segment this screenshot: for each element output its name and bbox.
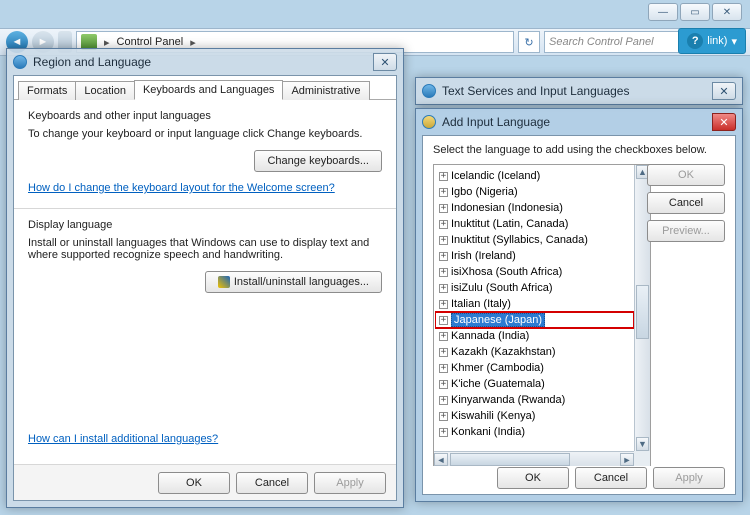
language-tree-item[interactable]: +Khmer (Cambodia) bbox=[435, 360, 634, 376]
ok-button[interactable]: OK bbox=[497, 467, 569, 489]
display-language-section-title: Display language bbox=[28, 219, 382, 231]
close-button[interactable]: ✕ bbox=[373, 53, 397, 71]
expand-icon[interactable]: + bbox=[439, 412, 448, 421]
change-keyboards-button[interactable]: Change keyboards... bbox=[254, 150, 382, 172]
expand-icon[interactable]: + bbox=[439, 284, 448, 293]
tab-administrative[interactable]: Administrative bbox=[282, 81, 369, 100]
tab-keyboards-and-languages[interactable]: Keyboards and Languages bbox=[134, 80, 284, 100]
help-link-badge[interactable]: ? link) ▾ bbox=[678, 28, 746, 54]
expand-icon[interactable]: + bbox=[439, 316, 448, 325]
refresh-button[interactable]: ↻ bbox=[518, 31, 540, 53]
side-buttons: OK Cancel Preview... bbox=[647, 164, 725, 242]
breadcrumb-item[interactable]: Control Panel bbox=[117, 36, 184, 48]
vscroll-thumb[interactable] bbox=[636, 285, 649, 339]
close-button[interactable]: ✕ bbox=[712, 113, 736, 131]
ok-button[interactable]: OK bbox=[158, 472, 230, 494]
display-language-instruction: Install or uninstall languages that Wind… bbox=[28, 237, 382, 261]
expand-icon[interactable]: + bbox=[439, 428, 448, 437]
install-languages-button[interactable]: Install/uninstall languages... bbox=[205, 271, 382, 293]
maximize-button[interactable]: ▭ bbox=[680, 3, 710, 21]
preview-button[interactable]: Preview... bbox=[647, 220, 725, 242]
cancel-button[interactable]: Cancel bbox=[647, 192, 725, 214]
language-tree-item[interactable]: +Japanese (Japan) bbox=[435, 312, 634, 328]
minimize-button[interactable]: ― bbox=[648, 3, 678, 21]
language-tree-item[interactable]: +Inuktitut (Syllabics, Canada) bbox=[435, 232, 634, 248]
tab-strip: FormatsLocationKeyboards and LanguagesAd… bbox=[14, 76, 396, 100]
expand-icon[interactable]: + bbox=[439, 236, 448, 245]
language-tree-item[interactable]: +Kinyarwanda (Rwanda) bbox=[435, 392, 634, 408]
background-window-controls: ― ▭ ✕ bbox=[648, 3, 742, 21]
language-tree-item[interactable]: +K'iche (Guatemala) bbox=[435, 376, 634, 392]
expand-icon[interactable]: + bbox=[439, 396, 448, 405]
expand-icon[interactable]: + bbox=[439, 380, 448, 389]
window-title: Add Input Language bbox=[442, 115, 550, 129]
language-tree-item[interactable]: +isiZulu (South Africa) bbox=[435, 280, 634, 296]
close-button[interactable]: ✕ bbox=[712, 3, 742, 21]
expand-icon[interactable]: + bbox=[439, 204, 448, 213]
expand-icon[interactable]: + bbox=[439, 252, 448, 261]
scroll-down-button[interactable]: ▼ bbox=[636, 437, 649, 451]
instruction-text: Select the language to add using the che… bbox=[423, 136, 735, 162]
expand-icon[interactable]: + bbox=[439, 268, 448, 277]
language-tree-item[interactable]: +isiXhosa (South Africa) bbox=[435, 264, 634, 280]
expand-icon[interactable]: + bbox=[439, 364, 448, 373]
language-tree-item[interactable]: +Kannada (India) bbox=[435, 328, 634, 344]
language-tree-item[interactable]: +Konkani (India) bbox=[435, 424, 634, 440]
language-tree-item[interactable]: +Indonesian (Indonesia) bbox=[435, 200, 634, 216]
language-tree-item[interactable]: +Kiswahili (Kenya) bbox=[435, 408, 634, 424]
keyboard-icon bbox=[422, 84, 436, 98]
apply-button[interactable]: Apply bbox=[653, 467, 725, 489]
welcome-screen-help-link[interactable]: How do I change the keyboard layout for … bbox=[28, 182, 335, 194]
expand-icon[interactable]: + bbox=[439, 220, 448, 229]
language-tree-item[interactable]: +Inuktitut (Latin, Canada) bbox=[435, 216, 634, 232]
add-input-language-window: Add Input Language ✕ Select the language… bbox=[415, 108, 743, 502]
language-tree-item[interactable]: +Igbo (Nigeria) bbox=[435, 184, 634, 200]
language-tree-item[interactable]: +Kazakh (Kazakhstan) bbox=[435, 344, 634, 360]
language-tree-item[interactable]: +Irish (Ireland) bbox=[435, 248, 634, 264]
tab-location[interactable]: Location bbox=[75, 81, 135, 100]
window-title: Region and Language bbox=[33, 55, 151, 69]
additional-languages-help-link[interactable]: How can I install additional languages? bbox=[28, 433, 218, 445]
dialog-footer: OK Cancel Apply bbox=[14, 464, 396, 500]
scroll-right-button[interactable]: ► bbox=[620, 453, 634, 466]
help-icon: ? bbox=[687, 33, 703, 49]
scroll-left-button[interactable]: ◄ bbox=[434, 453, 448, 466]
horizontal-scrollbar[interactable]: ◄► bbox=[434, 451, 634, 467]
region-language-window: Region and Language ✕ FormatsLocationKey… bbox=[6, 48, 404, 508]
text-services-window: Text Services and Input Languages ✕ bbox=[415, 77, 743, 105]
language-tree-item[interactable]: +Italian (Italy) bbox=[435, 296, 634, 312]
language-tree[interactable]: +Icelandic (Iceland)+Igbo (Nigeria)+Indo… bbox=[433, 164, 651, 468]
chevron-down-icon: ▾ bbox=[731, 35, 737, 48]
uac-shield-icon bbox=[218, 276, 230, 288]
hscroll-thumb[interactable] bbox=[450, 453, 570, 466]
cancel-button[interactable]: Cancel bbox=[575, 467, 647, 489]
globe-icon bbox=[13, 55, 27, 69]
expand-icon[interactable]: + bbox=[439, 348, 448, 357]
keyboards-instruction: To change your keyboard or input languag… bbox=[28, 128, 382, 140]
language-tree-item[interactable]: +Icelandic (Iceland) bbox=[435, 168, 634, 184]
keyboard-icon bbox=[422, 115, 436, 129]
ok-button[interactable]: OK bbox=[647, 164, 725, 186]
tab-formats[interactable]: Formats bbox=[18, 81, 76, 100]
dialog-footer: OK Cancel Apply bbox=[423, 466, 735, 494]
expand-icon[interactable]: + bbox=[439, 332, 448, 341]
keyboards-section-title: Keyboards and other input languages bbox=[28, 110, 382, 122]
close-button[interactable]: ✕ bbox=[712, 82, 736, 100]
apply-button[interactable]: Apply bbox=[314, 472, 386, 494]
expand-icon[interactable]: + bbox=[439, 172, 448, 181]
expand-icon[interactable]: + bbox=[439, 300, 448, 309]
cancel-button[interactable]: Cancel bbox=[236, 472, 308, 494]
expand-icon[interactable]: + bbox=[439, 188, 448, 197]
window-title: Text Services and Input Languages bbox=[442, 84, 629, 98]
